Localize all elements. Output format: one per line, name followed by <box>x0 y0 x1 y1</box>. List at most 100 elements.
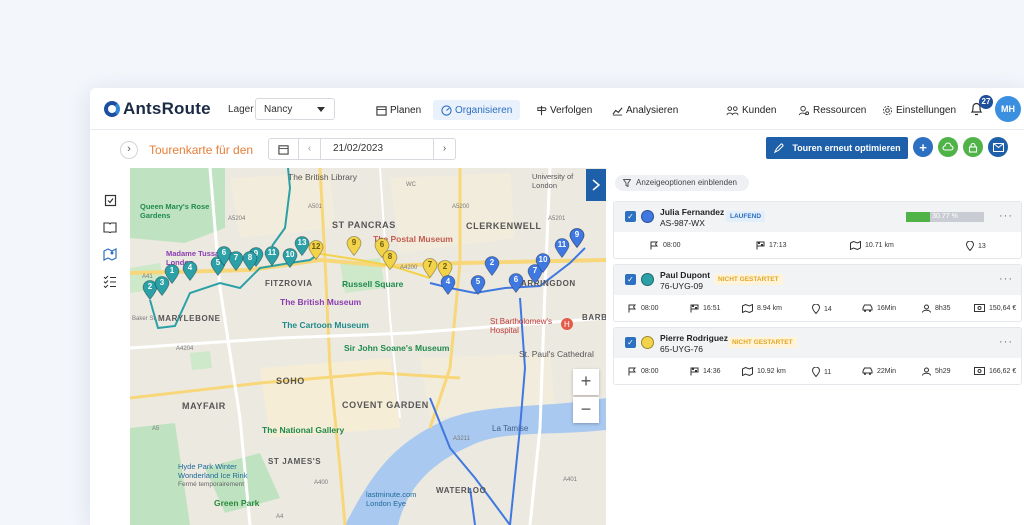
driver-card[interactable]: ✓ Pierre Rodriguez 65-UYG-76 NICHT GESTA… <box>613 327 1022 385</box>
cost: 150,64 € <box>974 304 1016 312</box>
road-label: A4 <box>276 514 284 520</box>
road-label: A5 <box>152 426 160 432</box>
add-button[interactable]: + <box>913 137 933 157</box>
start-time-value: 08:00 <box>641 368 659 375</box>
route-stop-marker[interactable]: 9 <box>569 228 585 249</box>
tour-map[interactable]: H The British Library ST PANCRAS CLERKEN… <box>130 168 606 525</box>
nav-organisieren[interactable]: Organisieren <box>433 100 521 120</box>
checklist-icon[interactable] <box>102 192 118 208</box>
flag-icon <box>628 367 636 376</box>
zoom-in-button[interactable]: + <box>573 369 599 395</box>
route-stop-number: 8 <box>387 252 393 261</box>
route-stop-number: 12 <box>311 242 321 251</box>
end-time: 16:51 <box>690 304 721 313</box>
start-time-value: 08:00 <box>663 242 681 249</box>
avatar[interactable]: MH <box>995 96 1021 122</box>
road-label: A501 <box>308 204 323 210</box>
driver-card[interactable]: ✓ Paul Dupont 76-UYG-09 NICHT GESTARTET … <box>613 264 1022 322</box>
nav-analysieren-label: Analysieren <box>626 104 679 116</box>
collapse-map-button[interactable] <box>586 169 606 201</box>
nav-planen[interactable]: Planen <box>376 100 421 120</box>
route-stop-marker[interactable]: 8 <box>382 250 398 271</box>
route-stop-marker[interactable]: 4 <box>440 275 456 296</box>
route-stop-marker[interactable]: 2 <box>484 256 500 277</box>
mail-button[interactable] <box>988 137 1008 157</box>
nav-einstellungen[interactable]: Einstellungen <box>882 100 956 120</box>
distance-value: 10.71 km <box>865 242 894 249</box>
driver-name: Pierre Rodriguez <box>660 333 729 343</box>
expand-sidebar-button[interactable]: › <box>120 141 138 159</box>
display-options-button[interactable]: Anzeigeoptionen einblenden <box>615 175 749 191</box>
route-stop-marker[interactable]: 7 <box>422 258 438 279</box>
driver-card-header: ✓ Paul Dupont 76-UYG-09 NICHT GESTARTET … <box>614 265 1021 295</box>
svg-text:H: H <box>564 320 570 329</box>
cloud-upload-button[interactable] <box>938 137 958 157</box>
more-options-icon[interactable]: ··· <box>999 273 1013 285</box>
cloud-icon <box>942 142 954 151</box>
date-value[interactable]: 21/02/2023 <box>321 139 433 159</box>
nav-verfolgen[interactable]: Verfolgen <box>536 100 592 120</box>
work-time: 8h35 <box>922 304 951 313</box>
map-icon[interactable] <box>102 246 118 262</box>
nav-ressourcen[interactable]: Ressourcen <box>798 100 866 120</box>
map-icon <box>850 241 861 250</box>
cost: 166,62 € <box>974 367 1016 375</box>
route-stop-number: 11 <box>557 240 567 249</box>
driver-name: Julia Fernandez <box>660 207 725 217</box>
driver-card-header: ✓ Julia Fernandez AS-987-WX LAUFEND 30.7… <box>614 202 1021 232</box>
lock-button[interactable] <box>963 137 983 157</box>
end-time-value: 14:36 <box>703 368 721 375</box>
route-stop-number: 4 <box>445 277 451 286</box>
route-stop-marker[interactable]: 6 <box>508 273 524 294</box>
nav-analysieren[interactable]: Analysieren <box>612 100 678 120</box>
logo[interactable]: AntsRoute <box>104 99 211 119</box>
lager-select[interactable]: Nancy <box>255 98 335 120</box>
task-list-icon[interactable] <box>102 273 118 289</box>
optimize-tours-label: Touren erneut optimieren <box>792 143 901 153</box>
calendar-icon[interactable] <box>269 139 299 159</box>
route-stop-number: 8 <box>247 253 253 262</box>
end-time: 14:36 <box>690 367 721 376</box>
route-stop-marker[interactable]: 8 <box>242 251 258 272</box>
route-stop-marker[interactable]: 4 <box>182 261 198 282</box>
zoom-out-button[interactable]: − <box>573 397 599 423</box>
map-label: MAYFAIR <box>182 401 226 411</box>
driver-checkbox[interactable]: ✓ <box>625 337 636 348</box>
flag-icon <box>628 304 636 313</box>
distance: 10.92 km <box>742 367 786 376</box>
date-picker[interactable]: ‹ 21/02/2023 › <box>268 138 456 160</box>
book-icon[interactable] <box>102 219 118 235</box>
driver-checkbox[interactable]: ✓ <box>625 274 636 285</box>
map-label: WATERLOO <box>436 486 487 495</box>
route-stop-marker[interactable]: 9 <box>346 236 362 257</box>
route-stop-marker[interactable]: 5 <box>470 275 486 296</box>
nav-planen-label: Planen <box>390 104 422 116</box>
stops-value: 13 <box>978 242 986 250</box>
route-stop-marker[interactable]: 1 <box>164 264 180 285</box>
driver-card[interactable]: ✓ Julia Fernandez AS-987-WX LAUFEND 30.7… <box>613 201 1022 259</box>
optimize-tours-button[interactable]: Touren erneut optimieren <box>766 137 908 159</box>
gauge-icon <box>441 104 452 116</box>
previous-day-button[interactable]: ‹ <box>299 139 321 159</box>
user-icon <box>922 304 931 313</box>
start-time-value: 08:00 <box>641 305 659 312</box>
route-stop-number: 6 <box>379 240 385 249</box>
map-label: La Tamise <box>492 424 529 433</box>
next-day-button[interactable]: › <box>433 139 455 159</box>
more-options-icon[interactable]: ··· <box>999 210 1013 222</box>
route-stop-marker[interactable]: 12 <box>308 240 324 261</box>
map-label: Queen Mary's Rose Gardens <box>140 202 210 220</box>
map-label: Russell Square <box>342 279 404 289</box>
more-options-icon[interactable]: ··· <box>999 336 1013 348</box>
route-stop-marker[interactable]: 10 <box>535 253 551 274</box>
map-label: St. Paul's Cathedral <box>519 349 594 359</box>
progress-label: 30.77 % <box>932 213 958 220</box>
map-label: Fermé temporairement <box>178 481 245 488</box>
map-label: MARYLEBONE <box>158 314 221 323</box>
route-stop-marker[interactable]: 11 <box>554 238 570 259</box>
route-stop-marker[interactable]: 11 <box>264 246 280 267</box>
nav-kunden[interactable]: Kunden <box>726 100 776 120</box>
driver-checkbox[interactable]: ✓ <box>625 211 636 222</box>
progress-bar: 30.77 % <box>906 212 984 222</box>
driver-color-dot <box>641 210 654 223</box>
